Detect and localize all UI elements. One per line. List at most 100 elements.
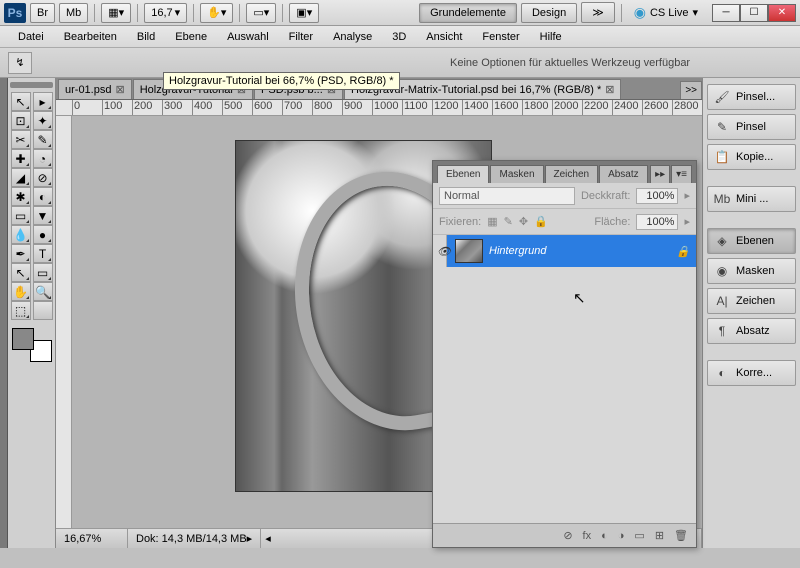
close-icon[interactable]: ⊠ [605, 83, 614, 96]
fill-value[interactable]: 100% [636, 214, 678, 230]
panel-button[interactable]: ◈Ebenen [707, 228, 796, 254]
workspace-primary[interactable]: Grundelemente [419, 3, 517, 23]
panel-button[interactable]: A|Zeichen [707, 288, 796, 314]
menu-bearbeiten[interactable]: Bearbeiten [54, 28, 127, 46]
ruler-vertical[interactable] [56, 116, 72, 528]
menu-auswahl[interactable]: Auswahl [217, 28, 279, 46]
panel-tab-zeichen[interactable]: Zeichen [545, 165, 599, 183]
link-icon[interactable]: ⊘ [563, 529, 572, 542]
lock-all-icon[interactable]: 🔒 [534, 215, 548, 228]
layer-row[interactable]: 👁 Hintergrund 🔒 [433, 235, 696, 267]
layer-name[interactable]: Hintergrund [489, 245, 546, 257]
tool-button[interactable]: ◔ [33, 149, 53, 168]
fg-color-swatch[interactable] [12, 328, 34, 350]
minibridge-button[interactable]: Mb [59, 3, 88, 23]
tool-button[interactable]: ▼ [33, 206, 53, 225]
maximize-button[interactable]: ☐ [740, 4, 768, 22]
menu-fenster[interactable]: Fenster [472, 28, 529, 46]
panel-button[interactable]: ◉Masken [707, 258, 796, 284]
tool-button[interactable] [33, 301, 53, 320]
tool-button[interactable]: ↖ [11, 92, 31, 111]
cslive-button[interactable]: ◉ CS Live ▾ [634, 4, 698, 21]
view-extras-button[interactable]: ▦▾ [101, 3, 131, 23]
adjustment-icon[interactable]: ◑ [618, 530, 625, 542]
layer-thumbnail[interactable] [455, 239, 483, 263]
mask-icon[interactable]: ◐ [601, 530, 608, 542]
group-icon[interactable]: ▭ [634, 529, 644, 542]
visibility-icon[interactable]: 👁 [433, 235, 447, 267]
chevron-icon[interactable]: ▸ [684, 215, 690, 228]
panel-tab-absatz[interactable]: Absatz [599, 165, 648, 183]
layers-panel[interactable]: Ebenen Masken Zeichen Absatz ▸▸ ▾≡ Norma… [432, 160, 697, 548]
ruler-horizontal[interactable]: 0100200300400500600700800900100011001200… [56, 100, 702, 116]
tool-button[interactable]: ⊡ [11, 111, 31, 130]
tool-button[interactable]: ✚ [11, 149, 31, 168]
panel-button[interactable]: 📋Kopie... [707, 144, 796, 170]
tool-button[interactable]: ● [33, 225, 53, 244]
blend-mode-select[interactable]: Normal [439, 187, 575, 205]
screenmode-button[interactable]: ▣▾ [289, 3, 319, 23]
current-tool-icon[interactable]: ↯ [8, 52, 32, 74]
color-swatches[interactable] [12, 328, 52, 362]
tool-button[interactable]: ◢ [11, 168, 31, 187]
tool-button[interactable]: ✱ [11, 187, 31, 206]
tool-button[interactable]: ✒ [11, 244, 31, 263]
panel-tab-masken[interactable]: Masken [490, 165, 543, 183]
workspace-more[interactable]: ≫ [581, 2, 615, 23]
tool-button[interactable]: ✋ [11, 282, 31, 301]
doc-tab[interactable]: ur-01.psd⊠ [58, 79, 132, 99]
panel-collapse-icon[interactable]: ▸▸ [650, 165, 670, 183]
trash-icon[interactable]: 🗑 [674, 529, 688, 542]
panel-button[interactable]: ◐Korre... [707, 360, 796, 386]
close-icon[interactable]: ⊠ [115, 83, 124, 96]
tool-button[interactable]: T [33, 244, 53, 263]
tool-button[interactable]: ◐ [33, 187, 53, 206]
panel-tab-ebenen[interactable]: Ebenen [437, 165, 489, 183]
status-docsize[interactable]: Dok: 14,3 MB/14,3 MB ▸ [128, 529, 261, 548]
tool-button[interactable]: ⊘ [33, 168, 53, 187]
lock-transparency-icon[interactable]: ▦ [487, 215, 497, 228]
menu-datei[interactable]: Datei [8, 28, 54, 46]
tool-button[interactable]: ✎ [33, 130, 53, 149]
tool-button[interactable]: 🔍 [33, 282, 53, 301]
menu-ansicht[interactable]: Ansicht [416, 28, 472, 46]
menu-analyse[interactable]: Analyse [323, 28, 382, 46]
fx-icon[interactable]: fx [583, 530, 592, 542]
status-zoom[interactable]: 16,67% [56, 529, 128, 548]
left-dock-well[interactable] [0, 78, 8, 548]
panel-button[interactable]: 🖌Pinsel... [707, 84, 796, 110]
tool-button[interactable]: ✦ [33, 111, 53, 130]
tool-button[interactable]: 💧 [11, 225, 31, 244]
hand-button[interactable]: ✋▾ [200, 3, 233, 23]
minimize-button[interactable]: ─ [712, 4, 740, 22]
menu-hilfe[interactable]: Hilfe [530, 28, 572, 46]
arrange-button[interactable]: ▭▾ [246, 3, 276, 23]
tool-button[interactable]: ↖ [11, 263, 31, 282]
close-button[interactable]: ✕ [768, 4, 796, 22]
menu-ebene[interactable]: Ebene [165, 28, 217, 46]
cslive-icon: ◉ [634, 4, 646, 21]
panel-menu-icon[interactable]: ▾≡ [671, 165, 692, 183]
tool-button[interactable]: ▭ [11, 206, 31, 225]
panel-button[interactable]: ¶Absatz [707, 318, 796, 344]
workspace-secondary[interactable]: Design [521, 3, 577, 23]
panel-button[interactable]: ✎Pinsel [707, 114, 796, 140]
layers-list[interactable]: 👁 Hintergrund 🔒 ↖ [433, 235, 696, 523]
menu-3d[interactable]: 3D [382, 28, 416, 46]
zoom-level[interactable]: 16,7 ▾ [144, 3, 187, 23]
tool-button[interactable]: ▸ [33, 92, 53, 111]
menu-bild[interactable]: Bild [127, 28, 165, 46]
lock-paint-icon[interactable]: ✎ [504, 215, 513, 228]
opacity-value[interactable]: 100% [636, 188, 678, 204]
toolbox-grip[interactable] [10, 82, 53, 88]
new-layer-icon[interactable]: ⊞ [655, 529, 664, 542]
panel-button[interactable]: MbMini ... [707, 186, 796, 212]
tool-button[interactable]: ✂ [11, 130, 31, 149]
lock-move-icon[interactable]: ✥ [519, 215, 528, 228]
tabs-overflow[interactable]: >> [680, 81, 702, 99]
bridge-button[interactable]: Br [30, 3, 55, 23]
menu-filter[interactable]: Filter [279, 28, 323, 46]
tool-button[interactable]: ▭ [33, 263, 53, 282]
chevron-icon[interactable]: ▸ [684, 189, 690, 202]
tool-button[interactable]: ⬚ [11, 301, 31, 320]
